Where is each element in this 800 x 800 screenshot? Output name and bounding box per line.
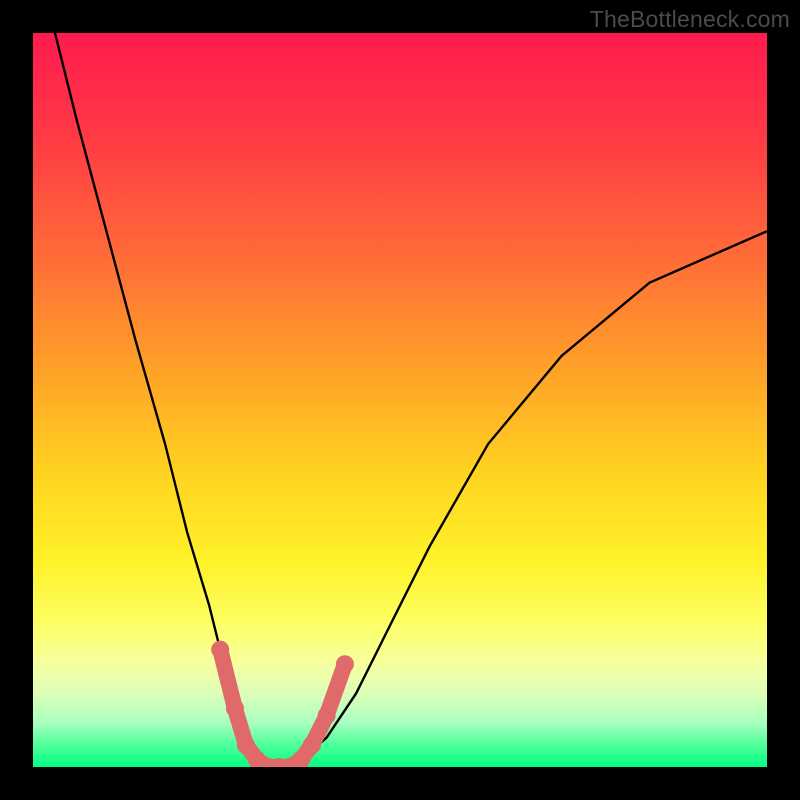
highlight-dot [226, 699, 244, 717]
chart-plot-area [33, 33, 767, 767]
curve-svg [33, 33, 767, 767]
highlight-dot [211, 641, 229, 659]
watermark-text: TheBottleneck.com [590, 6, 790, 33]
chart-frame: TheBottleneck.com [0, 0, 800, 800]
bottleneck-curve [55, 33, 767, 767]
highlight-dots [211, 641, 354, 767]
curve-path [55, 33, 767, 767]
highlight-dot [318, 707, 336, 725]
highlight-dot [237, 736, 255, 754]
highlight-dot [336, 655, 354, 673]
highlight-dot [303, 736, 321, 754]
